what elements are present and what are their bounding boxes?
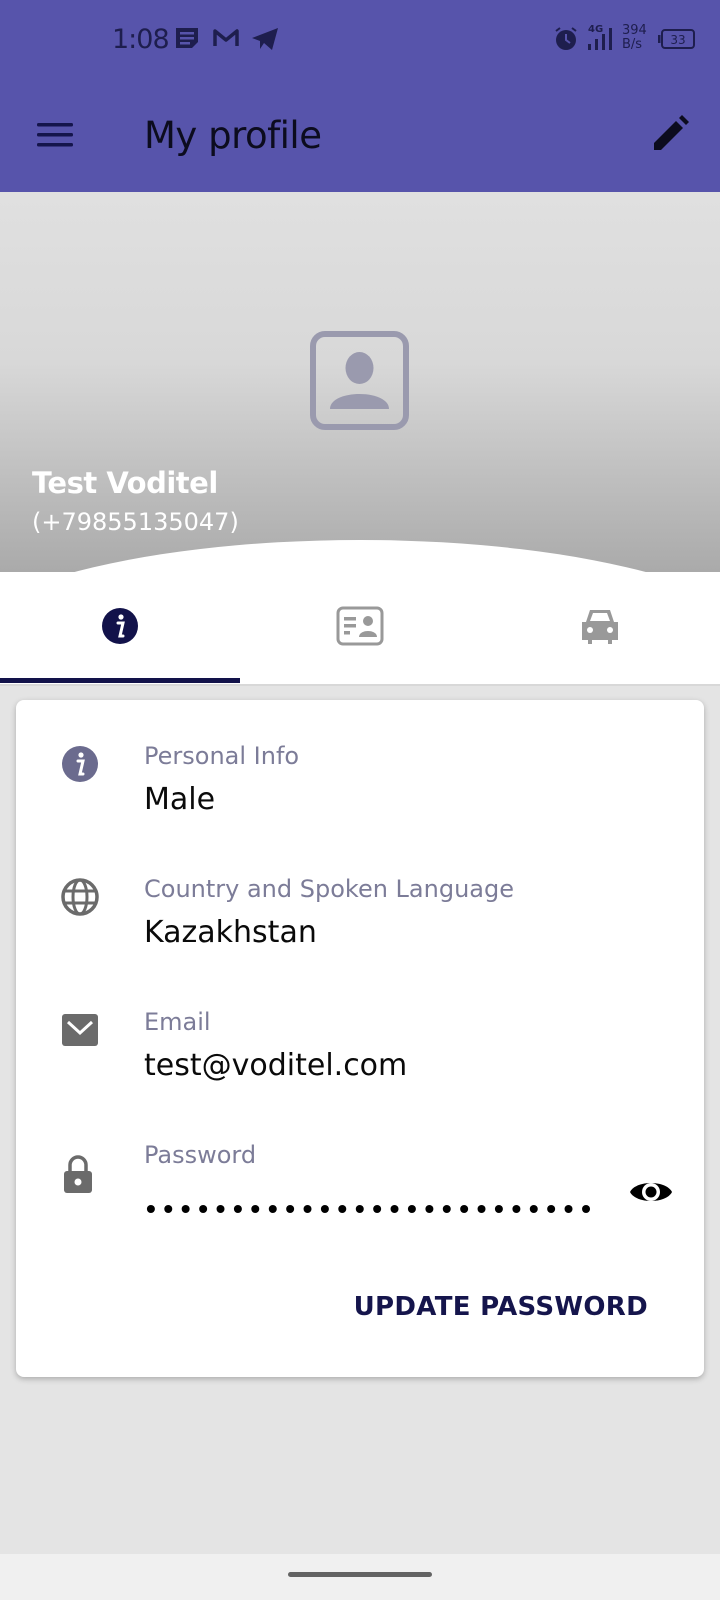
tab-info[interactable] xyxy=(0,572,240,684)
car-icon xyxy=(578,606,622,651)
battery-icon: 33 xyxy=(658,29,696,54)
info-icon xyxy=(101,607,139,650)
hamburger-menu-icon[interactable] xyxy=(36,122,74,153)
gmail-icon xyxy=(212,26,240,55)
data-speed: 394 B/s xyxy=(622,23,647,52)
update-password-button[interactable]: UPDATE PASSWORD xyxy=(354,1292,648,1322)
info-label: Password xyxy=(144,1141,257,1169)
info-row-password: Password •••••••••••••••••••••••••• xyxy=(16,1099,704,1239)
telegram-icon xyxy=(250,26,280,57)
personal-info-card: Personal Info Male Country and Spoken La… xyxy=(16,700,704,1377)
profile-phone: (+79855135047) xyxy=(32,508,239,536)
signal-4g-icon: 4G xyxy=(586,22,622,57)
status-time: 1:08 xyxy=(112,24,170,55)
lock-icon xyxy=(62,1155,102,1195)
info-row-email[interactable]: Email test@voditel.com xyxy=(16,966,704,1083)
info-value: Male xyxy=(144,782,216,817)
notes-icon xyxy=(174,26,200,55)
profile-name: Test Voditel xyxy=(32,466,218,500)
id-card-icon xyxy=(336,606,384,651)
active-tab-indicator xyxy=(0,678,240,683)
eye-icon[interactable] xyxy=(628,1175,674,1214)
home-gesture-handle[interactable] xyxy=(288,1572,432,1577)
svg-text:33: 33 xyxy=(670,33,685,47)
info-value: test@voditel.com xyxy=(144,1048,408,1083)
tab-vehicle[interactable] xyxy=(480,572,720,684)
profile-tabs xyxy=(0,572,720,686)
info-label: Country and Spoken Language xyxy=(144,875,514,903)
info-label: Personal Info xyxy=(144,742,300,770)
info-icon xyxy=(60,744,100,784)
contact-portrait-icon[interactable] xyxy=(310,331,409,430)
globe-icon xyxy=(60,877,100,917)
alarm-icon xyxy=(553,26,579,57)
info-row-country[interactable]: Country and Spoken Language Kazakhstan xyxy=(16,833,704,950)
info-row-personal[interactable]: Personal Info Male xyxy=(16,700,704,817)
password-field[interactable]: •••••••••••••••••••••••••• xyxy=(146,1193,598,1225)
pencil-edit-icon[interactable] xyxy=(650,114,690,159)
system-nav-bar xyxy=(0,1554,720,1600)
info-label: Email xyxy=(144,1008,211,1036)
page-title: My profile xyxy=(144,114,322,157)
info-value: Kazakhstan xyxy=(144,915,317,950)
app-bar xyxy=(0,80,720,192)
email-icon xyxy=(60,1012,100,1052)
tab-documents[interactable] xyxy=(240,572,480,684)
status-bar: 1:08 4G 394 B/s 33 xyxy=(0,0,720,80)
svg-text:4G: 4G xyxy=(588,24,603,35)
